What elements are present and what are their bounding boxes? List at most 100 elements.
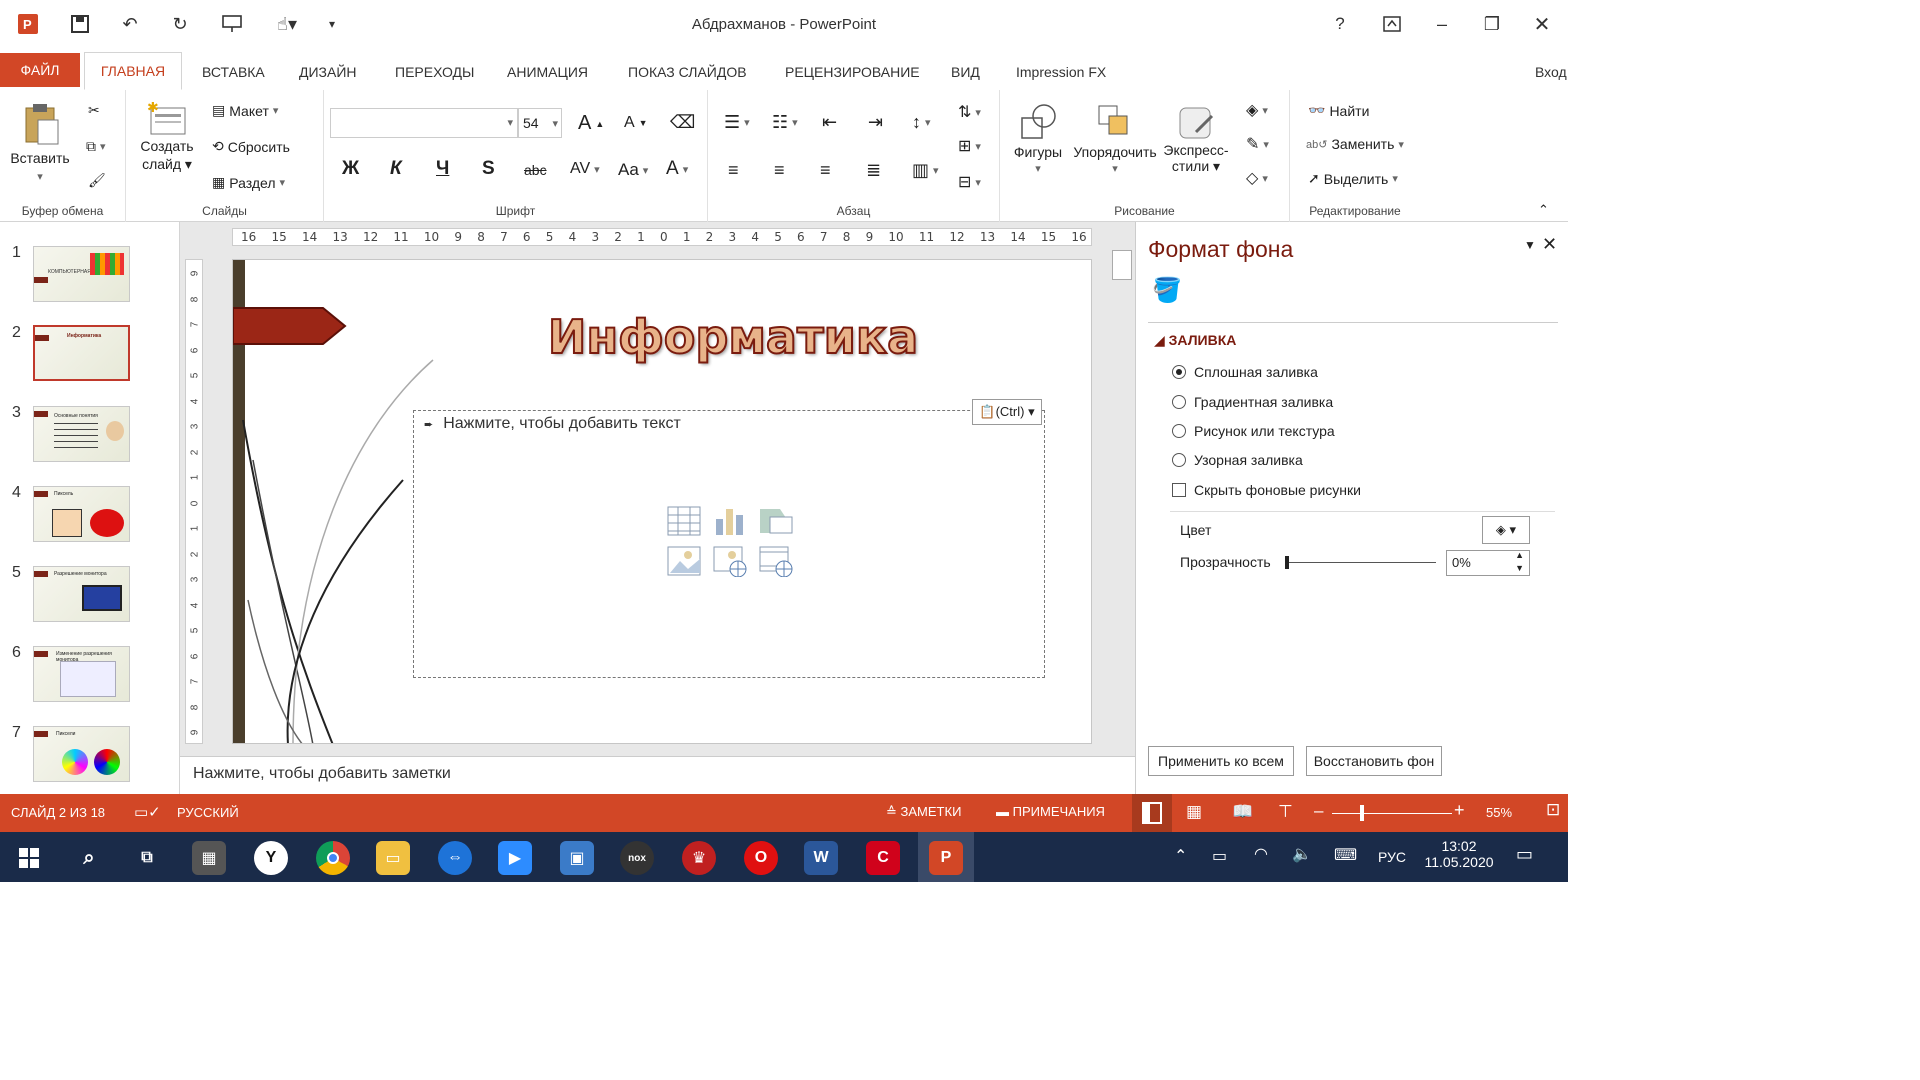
gradient-fill-radio[interactable]: Градиентная заливка: [1172, 394, 1333, 410]
powerpoint-taskbar-active[interactable]: P: [918, 832, 974, 882]
zoom-in-icon[interactable]: +: [1454, 800, 1465, 821]
reset-button[interactable]: ⟲ Сбросить: [212, 138, 290, 155]
replace-button[interactable]: ab↺ Заменить ▾: [1306, 136, 1404, 152]
radio-button[interactable]: [1172, 424, 1186, 438]
shapes-button[interactable]: Фигуры ▾: [1010, 102, 1066, 175]
underline-button[interactable]: Ч: [436, 158, 449, 180]
horizontal-ruler[interactable]: 16 15 14 13 12 11 10 9 8 7 6 5 4 3 2 1 0 1 2 3 4 5 6 7 8 9 10 11 12 1…: [232, 228, 1092, 246]
decrease-indent-icon[interactable]: ⇤: [822, 112, 837, 133]
bold-button[interactable]: Ж: [342, 158, 359, 180]
vertical-scrollbar-thumb[interactable]: [1112, 250, 1132, 280]
tab-file[interactable]: ФАЙЛ: [0, 53, 80, 87]
insert-picture-icon[interactable]: [666, 545, 702, 577]
transparency-slider-track[interactable]: [1286, 562, 1436, 563]
shape-effects-icon[interactable]: ◇ ▾: [1246, 168, 1268, 188]
reading-view-icon[interactable]: 📖: [1232, 802, 1253, 822]
clear-formatting-icon[interactable]: ⌫: [670, 112, 695, 133]
color-picker-button[interactable]: ◈ ▾: [1482, 516, 1530, 544]
shape-fill-icon[interactable]: ◈ ▾: [1246, 100, 1268, 120]
slide-thumb-6[interactable]: Изменение разрешения монитора: [33, 646, 130, 702]
tab-review[interactable]: РЕЦЕНЗИРОВАНИЕ: [785, 60, 920, 84]
slide-sorter-view-icon[interactable]: ▦: [1186, 802, 1202, 822]
word-icon[interactable]: W: [804, 841, 838, 875]
smartart-icon[interactable]: ⊟ ▾: [958, 172, 981, 192]
minimize-icon[interactable]: –: [1428, 10, 1456, 38]
radio-button[interactable]: [1172, 453, 1186, 467]
zoom-out-icon[interactable]: –: [1314, 801, 1323, 821]
picture-fill-radio[interactable]: Рисунок или текстура: [1172, 423, 1335, 439]
nox-player-icon[interactable]: nox: [620, 841, 654, 875]
slide-title[interactable]: Информатика: [493, 309, 973, 365]
font-name-input[interactable]: ▾: [330, 108, 518, 138]
keyboard-icon[interactable]: ⌨: [1334, 845, 1357, 865]
file-explorer-icon[interactable]: ▭: [376, 841, 410, 875]
select-button[interactable]: ➚ Выделить ▾: [1308, 170, 1398, 187]
zoom-slider-thumb[interactable]: [1360, 805, 1364, 821]
new-slide-button[interactable]: ✱ Создать слайд ▾: [138, 102, 196, 173]
ribbon-display-options-icon[interactable]: [1378, 10, 1406, 38]
monitor-app-icon[interactable]: ▣: [560, 841, 594, 875]
chrome-icon[interactable]: [316, 841, 350, 875]
shrink-font-button[interactable]: A ▼: [624, 114, 648, 132]
paste-options-button[interactable]: 📋(Ctrl) ▾: [972, 399, 1042, 425]
collapse-ribbon-icon[interactable]: ⌃: [1538, 202, 1549, 218]
tab-animation[interactable]: АНИМАЦИЯ: [507, 60, 588, 84]
tab-home[interactable]: ГЛАВНАЯ: [84, 52, 182, 90]
opera-icon[interactable]: O: [744, 841, 778, 875]
fill-section-header[interactable]: ◢ ЗАЛИВКА: [1154, 332, 1236, 349]
increase-indent-icon[interactable]: ⇥: [868, 112, 883, 133]
align-left-icon[interactable]: ≡: [728, 160, 739, 181]
strikethrough-button[interactable]: abc: [524, 162, 547, 178]
insert-chart-icon[interactable]: [712, 505, 748, 537]
numbering-icon[interactable]: ☷ ▾: [772, 112, 798, 133]
slide-thumb-4[interactable]: Пиксель: [33, 486, 130, 542]
slide-thumb-3[interactable]: Основные понятия: [33, 406, 130, 462]
change-case-button[interactable]: Aa ▾: [618, 160, 648, 180]
notifications-icon[interactable]: ▭: [1516, 844, 1533, 865]
italic-button[interactable]: К: [390, 158, 402, 180]
shadow-button[interactable]: S: [482, 158, 495, 180]
char-spacing-button[interactable]: AV ▾: [570, 160, 600, 178]
tab-impression-fx[interactable]: Impression FX: [1016, 60, 1106, 84]
zoom-app-icon[interactable]: ▶: [498, 841, 532, 875]
tab-view[interactable]: ВИД: [951, 60, 980, 84]
notes-toggle[interactable]: ≙ ЗАМЕТКИ: [886, 804, 961, 820]
tab-design[interactable]: ДИЗАЙН: [299, 60, 357, 84]
show-hidden-icons[interactable]: ⌃: [1174, 846, 1187, 866]
insert-online-picture-icon[interactable]: [712, 545, 748, 577]
text-direction-icon[interactable]: ⇅ ▾: [958, 102, 981, 122]
quick-styles-button[interactable]: Экспресс- стили ▾: [1160, 102, 1232, 175]
arrange-button[interactable]: Упорядочить ▾: [1070, 102, 1160, 175]
cut-icon[interactable]: ✂: [88, 102, 100, 119]
radio-button[interactable]: [1172, 365, 1186, 379]
clock[interactable]: 13:02 11.05.2020: [1424, 838, 1494, 870]
reset-background-button[interactable]: Восстановить фон: [1306, 746, 1442, 776]
line-spacing-icon[interactable]: ↕ ▾: [912, 112, 931, 133]
apply-to-all-button[interactable]: Применить ко всем: [1148, 746, 1294, 776]
slide-thumb-1[interactable]: КОМПЬЮТЕРНАЯ ГРАФИКА: [33, 246, 130, 302]
close-icon[interactable]: ✕: [1528, 10, 1556, 38]
grow-font-button[interactable]: A ▲: [578, 112, 604, 135]
task-view-icon[interactable]: ⧉: [130, 841, 164, 875]
volume-icon[interactable]: 🔈: [1292, 844, 1312, 864]
justify-icon[interactable]: ≣: [866, 160, 881, 181]
fit-slide-icon[interactable]: ⊡: [1546, 800, 1560, 820]
insert-video-icon[interactable]: [758, 545, 794, 577]
hide-background-checkbox[interactable]: Скрыть фоновые рисунки: [1172, 482, 1361, 498]
vertical-ruler[interactable]: 9 8 7 6 5 4 3 2 1 0 1 2 3 4 5 6 7 8 9: [185, 259, 203, 744]
tab-transitions[interactable]: ПЕРЕХОДЫ: [395, 60, 474, 84]
slideshow-view-icon[interactable]: ⊤: [1278, 802, 1293, 822]
tab-insert[interactable]: ВСТАВКА: [202, 60, 265, 84]
align-text-icon[interactable]: ⊞ ▾: [958, 136, 981, 156]
paste-button[interactable]: Вставить ▾: [10, 102, 70, 183]
layout-button[interactable]: ▤ Макет ▾: [212, 102, 278, 119]
slide-thumb-2[interactable]: Информатика: [33, 325, 130, 381]
windows-start-icon[interactable]: [12, 841, 46, 875]
pane-options-icon[interactable]: ▼: [1524, 238, 1536, 252]
align-center-icon[interactable]: ≡: [774, 160, 785, 181]
insert-table-icon[interactable]: [666, 505, 702, 537]
yandex-browser-icon[interactable]: Y: [254, 841, 288, 875]
insert-smartart-icon[interactable]: [758, 505, 794, 537]
normal-view-button[interactable]: [1132, 794, 1172, 832]
red-c-app-icon[interactable]: C: [866, 841, 900, 875]
